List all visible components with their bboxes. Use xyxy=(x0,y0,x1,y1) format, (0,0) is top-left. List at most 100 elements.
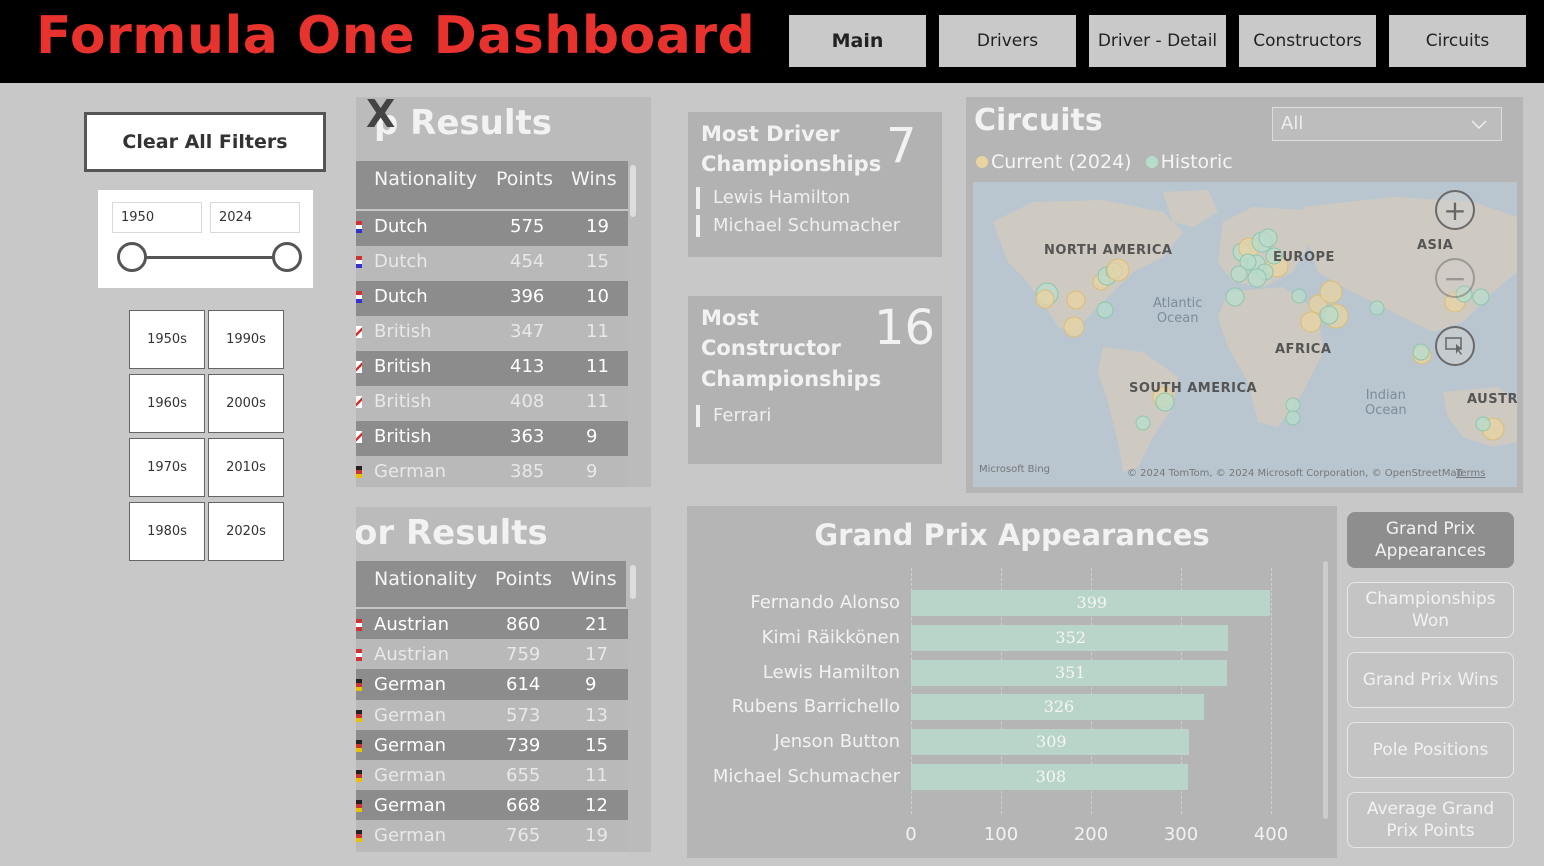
flag-icon xyxy=(356,649,362,662)
year-from-input[interactable]: 1950 xyxy=(112,202,202,233)
close-icon[interactable]: X xyxy=(366,92,395,136)
decade-1970s-button[interactable]: 1970s xyxy=(129,438,205,497)
historic-circuit-marker[interactable] xyxy=(1285,397,1301,413)
historic-circuit-marker[interactable] xyxy=(1369,300,1385,316)
wins-cell: 9 xyxy=(585,674,597,696)
bar-value-label: 399 xyxy=(1076,593,1108,612)
kpi-label-line1: Most xyxy=(701,306,759,330)
table-row[interactable]: German 765 19 xyxy=(356,820,628,851)
nav-driver-detail-button[interactable]: Driver - Detail xyxy=(1089,15,1226,67)
table-row[interactable]: Dutch 396 10 xyxy=(356,281,628,316)
clear-all-filters-button[interactable]: Clear All Filters xyxy=(84,112,326,172)
table-row[interactable]: German 385 9 xyxy=(356,456,628,487)
flag-icon xyxy=(356,800,362,813)
historic-circuit-marker[interactable] xyxy=(1096,301,1114,319)
nav-circuits-button[interactable]: Circuits xyxy=(1389,15,1526,67)
grand-prix-chart-panel: Grand Prix Appearances 0 100 200 300 400 Fern… xyxy=(687,506,1337,858)
column-header-wins[interactable]: Wins xyxy=(571,568,617,590)
world-map[interactable]: NORTH AMERICA EUROPE ASIA AFRICA SOUTH A… xyxy=(973,182,1517,487)
map-label-europe: EUROPE xyxy=(1273,250,1335,265)
table-row[interactable]: Austrian 860 21 xyxy=(356,609,628,640)
historic-circuit-marker[interactable] xyxy=(1258,228,1278,248)
points-cell: 454 xyxy=(510,251,545,272)
historic-circuit-marker[interactable] xyxy=(1319,305,1339,325)
flag-icon xyxy=(356,679,362,692)
metric-average-points-button[interactable]: Average Grand Prix Points xyxy=(1347,792,1514,848)
nationality-cell: German xyxy=(374,765,447,786)
column-header-points[interactable]: Points xyxy=(496,168,553,190)
decade-1950s-button[interactable]: 1950s xyxy=(129,310,205,369)
table-row[interactable]: German 739 15 xyxy=(356,729,628,760)
nav-drivers-button[interactable]: Drivers xyxy=(939,15,1076,67)
metric-grand-prix-appearances-button[interactable]: Grand Prix Appearances xyxy=(1347,512,1514,568)
metric-championships-won-button[interactable]: Championships Won xyxy=(1347,582,1514,638)
decade-2010s-button[interactable]: 2010s xyxy=(208,438,284,497)
kpi-value: 16 xyxy=(874,300,936,356)
historic-circuit-marker[interactable] xyxy=(1285,410,1301,426)
zoom-in-icon[interactable]: + xyxy=(1435,190,1475,230)
nav-constructors-button[interactable]: Constructors xyxy=(1239,15,1376,67)
nav-main-button[interactable]: Main xyxy=(789,15,926,67)
year-slider-min-handle[interactable] xyxy=(117,242,147,272)
decade-1980s-button[interactable]: 1980s xyxy=(129,502,205,561)
decade-2020s-button[interactable]: 2020s xyxy=(208,502,284,561)
historic-circuit-marker[interactable] xyxy=(1230,265,1248,283)
nationality-cell: British xyxy=(374,426,432,447)
table-row[interactable]: British 413 11 xyxy=(356,351,628,386)
current-circuit-marker[interactable] xyxy=(1106,258,1130,282)
table-row[interactable]: British 363 9 xyxy=(356,421,628,456)
bar-category-label: Fernando Alonso xyxy=(750,592,900,613)
table-row[interactable]: Austrian 759 17 xyxy=(356,639,628,670)
year-slider-track[interactable] xyxy=(131,256,287,259)
column-header-points[interactable]: Points xyxy=(495,568,552,590)
column-header-nationality[interactable]: Nationality xyxy=(374,568,477,590)
driver-results-table: Nationality Points Wins Dutch 575 19 Dutch 4… xyxy=(356,161,628,487)
most-driver-championships-card: Most Driver Championships 7 Lewis Hamilt… xyxy=(688,112,942,257)
table-row[interactable]: German 655 11 xyxy=(356,760,628,791)
column-header-nationality[interactable]: Nationality xyxy=(374,168,477,190)
historic-circuit-marker[interactable] xyxy=(1475,416,1491,432)
points-cell: 655 xyxy=(506,765,541,786)
metric-pole-positions-button[interactable]: Pole Positions xyxy=(1347,722,1514,778)
decade-1960s-button[interactable]: 1960s xyxy=(129,374,205,433)
chart-scrollbar[interactable] xyxy=(1323,561,1328,819)
current-circuit-marker[interactable] xyxy=(1300,311,1322,333)
decade-2000s-button[interactable]: 2000s xyxy=(208,374,284,433)
table-row[interactable]: German 668 12 xyxy=(356,790,628,821)
table-row[interactable]: German 614 9 xyxy=(356,669,628,700)
current-circuit-marker[interactable] xyxy=(1035,289,1055,309)
select-area-icon[interactable] xyxy=(1435,326,1475,366)
decade-1990s-button[interactable]: 1990s xyxy=(208,310,284,369)
current-circuit-marker[interactable] xyxy=(1063,316,1085,338)
table-row[interactable]: British 347 11 xyxy=(356,316,628,351)
metric-grand-prix-wins-button[interactable]: Grand Prix Wins xyxy=(1347,652,1514,708)
driver-table-scrollbar[interactable] xyxy=(630,165,636,217)
year-to-input[interactable]: 2024 xyxy=(210,202,300,233)
wins-cell: 11 xyxy=(586,356,609,377)
map-label-africa: AFRICA xyxy=(1275,342,1332,357)
historic-circuit-marker[interactable] xyxy=(1225,287,1245,307)
nationality-cell: Dutch xyxy=(374,251,428,272)
year-slider-max-handle[interactable] xyxy=(272,242,302,272)
wins-cell: 19 xyxy=(586,216,609,237)
points-cell: 385 xyxy=(510,461,545,482)
historic-circuit-marker[interactable] xyxy=(1135,415,1151,431)
historic-circuit-marker[interactable] xyxy=(1247,268,1267,288)
historic-circuit-marker[interactable] xyxy=(1472,288,1490,306)
historic-circuit-marker[interactable] xyxy=(1412,343,1430,361)
map-terms-link[interactable]: Terms xyxy=(1456,468,1485,479)
current-circuit-marker[interactable] xyxy=(1319,280,1343,304)
column-header-wins[interactable]: Wins xyxy=(571,168,617,190)
constructor-results-table: Nationality Points Wins Austrian 860 21 Aus… xyxy=(356,561,628,851)
zoom-out-icon[interactable]: − xyxy=(1435,258,1475,298)
table-row[interactable]: British 408 11 xyxy=(356,386,628,421)
table-row[interactable]: German 573 13 xyxy=(356,699,628,730)
table-row[interactable]: Dutch 575 19 xyxy=(356,211,628,246)
circuit-filter-dropdown[interactable]: All xyxy=(1272,107,1502,141)
wins-cell: 17 xyxy=(585,644,608,666)
current-circuit-marker[interactable] xyxy=(1066,290,1086,310)
constructor-table-scrollbar[interactable] xyxy=(630,565,636,599)
table-row[interactable]: Dutch 454 15 xyxy=(356,246,628,281)
historic-circuit-marker[interactable] xyxy=(1291,288,1307,304)
legend-historic-label: Historic xyxy=(1160,151,1233,173)
